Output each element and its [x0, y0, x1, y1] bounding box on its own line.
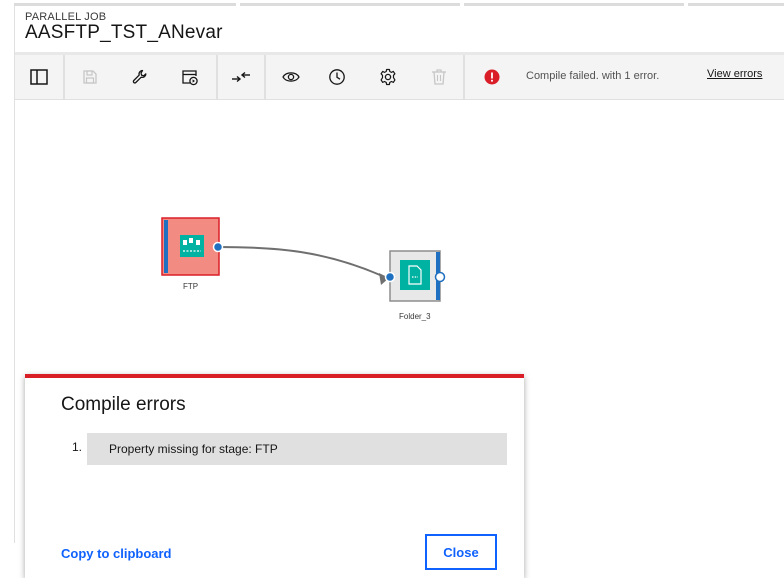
delete-button[interactable]	[415, 55, 463, 99]
run-job-button[interactable]	[165, 55, 215, 99]
job-header: PARALLEL JOB AASFTP_TST_ANevar	[15, 6, 784, 52]
close-button[interactable]: Close	[425, 534, 497, 570]
view-errors-link[interactable]: View errors	[707, 68, 762, 80]
arrows-compress-icon	[232, 71, 250, 83]
save-icon	[83, 70, 97, 84]
toolbar: Compile failed. with 1 error. View error…	[15, 55, 784, 100]
gear-icon	[380, 68, 396, 86]
folder3-node-label: Folder_3	[399, 312, 431, 321]
job-settings-button[interactable]	[363, 55, 413, 99]
wrench-icon	[132, 69, 147, 84]
job-name-title: AASFTP_TST_ANevar	[25, 22, 223, 43]
toggle-panel-button[interactable]	[15, 55, 63, 99]
preview-button[interactable]	[266, 55, 316, 99]
save-button[interactable]	[65, 55, 115, 99]
link-line[interactable]	[217, 246, 388, 279]
error-item: Property missing for stage: FTP	[87, 433, 507, 465]
folder3-input-port[interactable]	[384, 271, 396, 283]
arrange-button[interactable]	[218, 55, 264, 99]
trash-icon	[432, 69, 446, 85]
ftp-node-label: FTP	[183, 282, 199, 291]
toolbar-divider	[463, 55, 465, 99]
panel-left-icon	[30, 69, 48, 85]
schedule-button[interactable]	[314, 55, 360, 99]
error-status-icon	[481, 55, 503, 99]
error-icon	[484, 69, 500, 85]
file-icon	[400, 260, 430, 290]
dialog-title: Compile errors	[61, 394, 186, 415]
close-button-label: Close	[443, 544, 479, 560]
copy-to-clipboard-button[interactable]: Copy to clipboard	[61, 546, 172, 561]
compile-status-text: Compile failed. with 1 error.	[526, 70, 660, 82]
outer-margin	[0, 0, 14, 576]
error-message: Property missing for stage: FTP	[109, 442, 278, 456]
clock-icon	[329, 69, 345, 85]
compile-errors-dialog: Compile errors 1. Property missing for s…	[25, 374, 524, 578]
eye-icon	[282, 72, 300, 82]
run-job-icon	[182, 70, 198, 86]
wrench-button[interactable]	[115, 55, 165, 99]
folder3-node[interactable]	[384, 250, 446, 302]
ftp-node[interactable]	[161, 217, 224, 276]
ftp-output-port[interactable]	[212, 241, 224, 253]
error-number: 1.	[72, 440, 83, 454]
folder3-output-port[interactable]	[434, 271, 446, 283]
